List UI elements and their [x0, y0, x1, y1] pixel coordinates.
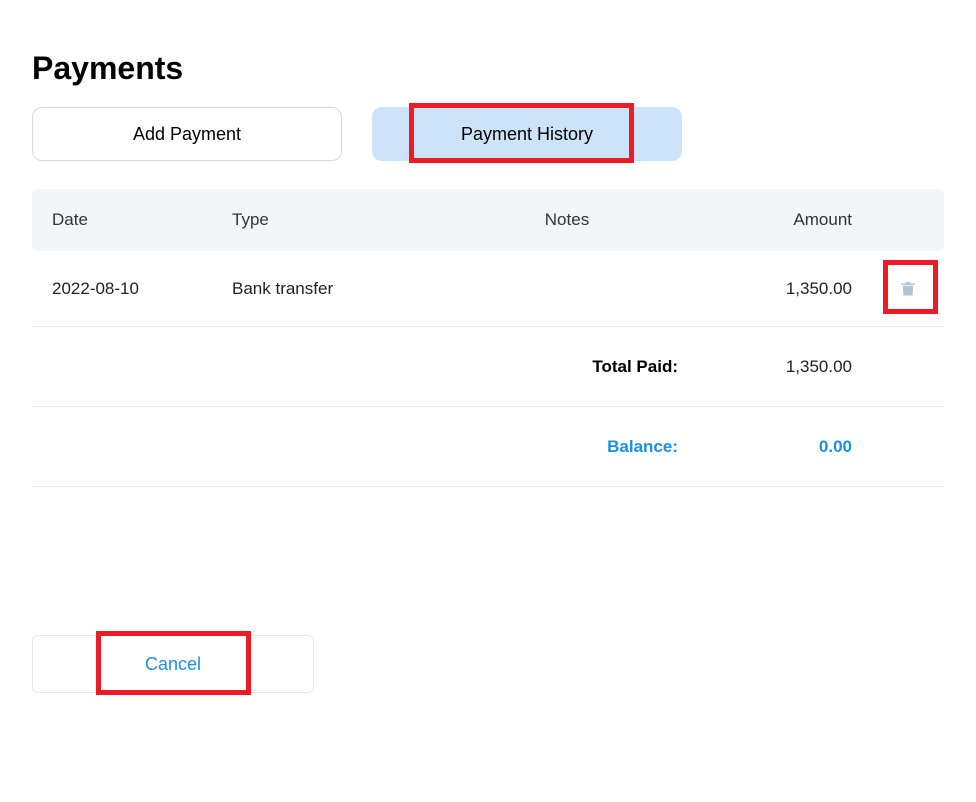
cell-date: 2022-08-10 [32, 279, 212, 299]
header-amount: Amount [702, 210, 872, 230]
tab-add-payment[interactable]: Add Payment [32, 107, 342, 161]
cell-action [872, 274, 944, 303]
balance-label: Balance: [32, 437, 702, 457]
header-date: Date [32, 210, 212, 230]
trash-icon [899, 278, 917, 298]
payments-table: Date Type Notes Amount 2022-08-10 Bank t… [32, 189, 944, 487]
balance-row: Balance: 0.00 [32, 407, 944, 487]
tab-add-payment-label: Add Payment [133, 124, 241, 145]
delete-button[interactable] [894, 274, 922, 302]
tabs: Add Payment Payment History [32, 107, 944, 161]
total-paid-row: Total Paid: 1,350.00 [32, 327, 944, 407]
cancel-button[interactable]: Cancel [32, 635, 314, 693]
cell-type: Bank transfer [212, 279, 432, 299]
header-type: Type [212, 210, 432, 230]
total-paid-label: Total Paid: [32, 357, 702, 377]
page-title: Payments [32, 50, 944, 87]
balance-value: 0.00 [702, 437, 872, 457]
cell-amount: 1,350.00 [702, 279, 872, 299]
table-header: Date Type Notes Amount [32, 189, 944, 251]
total-paid-value: 1,350.00 [702, 357, 872, 377]
header-notes: Notes [432, 210, 702, 230]
tab-payment-history[interactable]: Payment History [372, 107, 682, 161]
footer: Cancel [32, 635, 944, 693]
tab-payment-history-label: Payment History [461, 124, 593, 145]
table-row: 2022-08-10 Bank transfer 1,350.00 [32, 251, 944, 327]
